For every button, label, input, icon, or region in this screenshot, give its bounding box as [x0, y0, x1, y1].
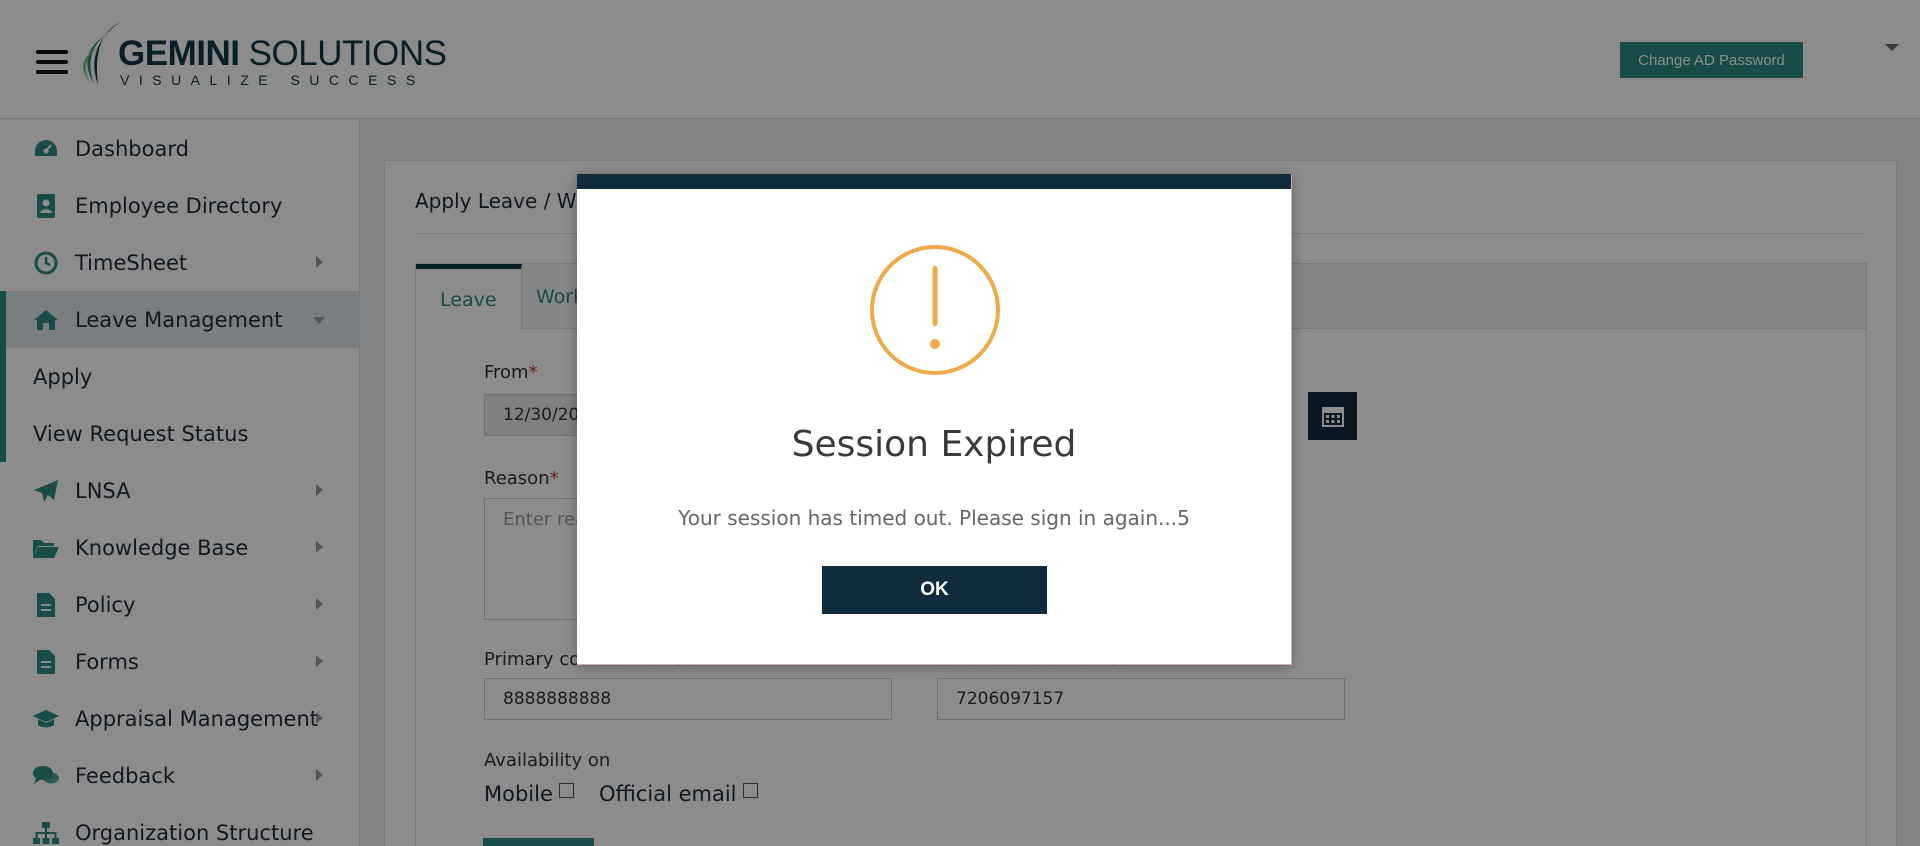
modal-top-bar — [577, 174, 1291, 189]
warning-exclamation-icon — [870, 245, 1000, 375]
ok-button[interactable]: OK — [822, 566, 1047, 614]
modal-message: Your session has timed out. Please sign … — [678, 506, 1190, 530]
session-expired-modal: Session Expired Your session has timed o… — [577, 174, 1292, 665]
modal-title: Session Expired — [791, 424, 1077, 465]
